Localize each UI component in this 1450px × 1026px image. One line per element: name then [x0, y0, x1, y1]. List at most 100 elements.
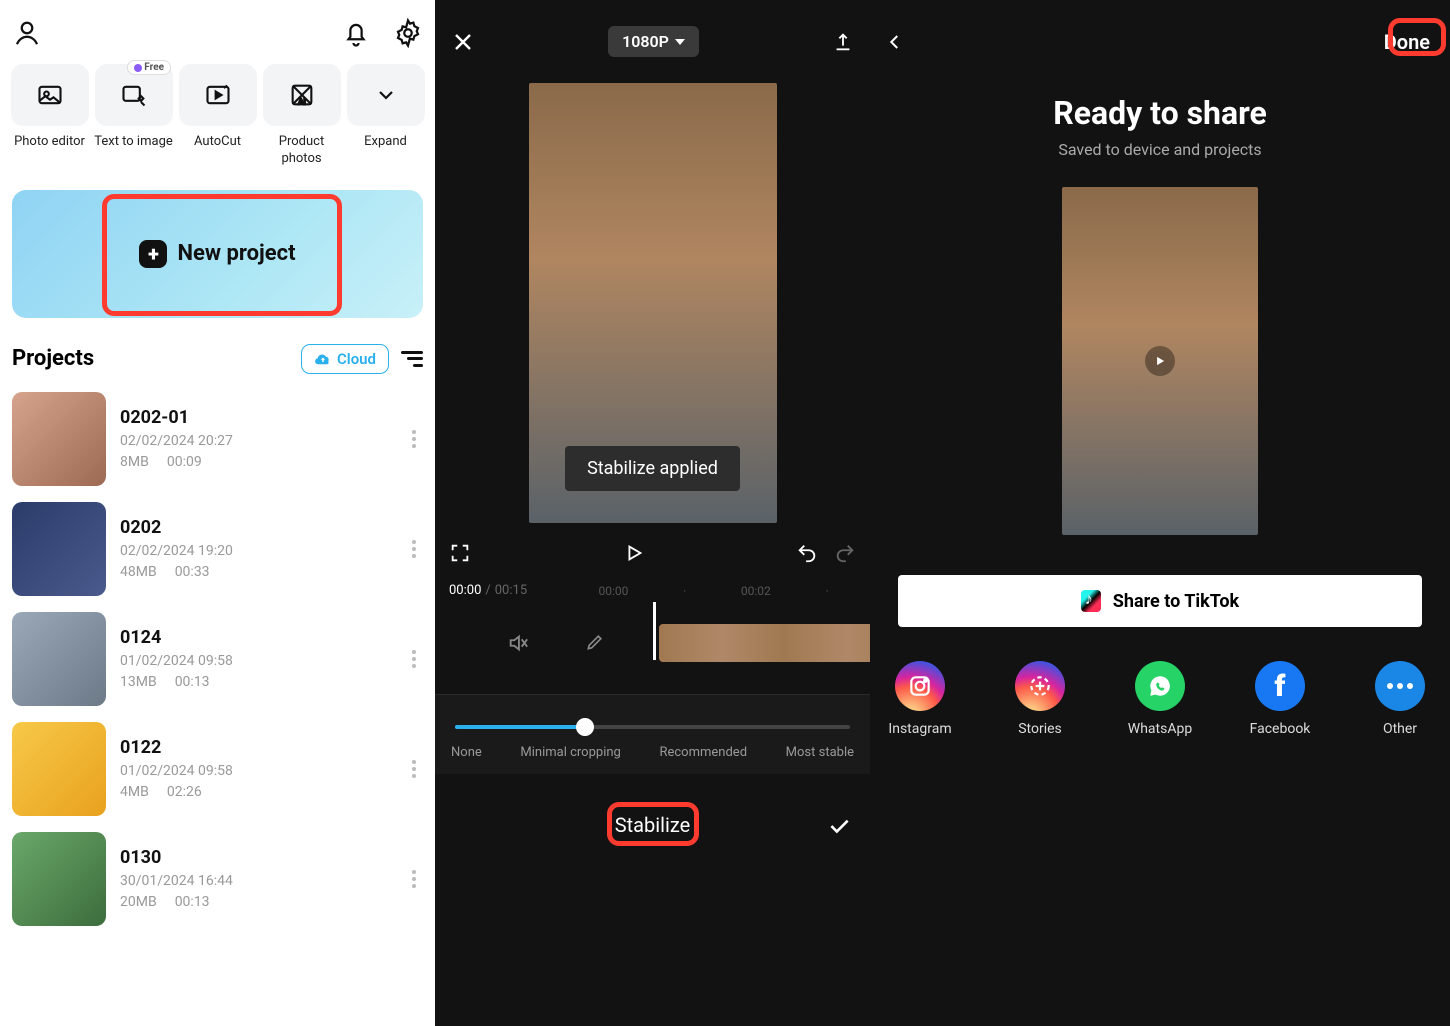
share-tiktok-label: Share to TikTok [1113, 591, 1239, 612]
project-size: 20MB [120, 894, 157, 910]
project-date: 01/02/2024 09:58 [120, 763, 391, 779]
player-controls [435, 523, 870, 583]
time-display: 00:00 / 00:15 00:00 · 00:02 · [435, 583, 870, 598]
slider-label: None [451, 745, 482, 760]
project-item[interactable]: 0124 01/02/2024 09:58 13MB 00:13 [12, 604, 423, 714]
mute-icon[interactable] [507, 632, 529, 654]
edit-icon[interactable] [585, 632, 605, 652]
slider-thumb[interactable] [576, 718, 594, 736]
tool-autocut[interactable]: AutoCut [178, 64, 257, 168]
share-stories[interactable]: Stories [994, 661, 1086, 737]
sort-icon[interactable] [401, 351, 423, 367]
project-more-icon[interactable] [405, 760, 423, 778]
project-date: 02/02/2024 19:20 [120, 543, 391, 559]
project-list: 0202-01 02/02/2024 20:27 8MB 00:09 0202 0… [0, 384, 435, 1026]
share-label: Other [1383, 721, 1417, 737]
project-item[interactable]: 0202 02/02/2024 19:20 48MB00:33 [12, 494, 423, 604]
share-tiktok-button[interactable]: Share to TikTok [898, 575, 1422, 627]
share-title: Ready to share [870, 94, 1450, 132]
play-icon[interactable] [623, 541, 645, 565]
tool-product-photos[interactable]: AI Product photos [262, 64, 341, 168]
cloud-label: Cloud [337, 350, 376, 368]
done-button[interactable]: Done [1380, 28, 1434, 56]
share-label: Facebook [1250, 721, 1311, 737]
clip-strip[interactable] [659, 624, 870, 662]
undo-icon[interactable] [796, 542, 818, 564]
stabilize-footer: Stabilize [435, 774, 870, 854]
home-projects-panel: Photo editor Free Text to image AutoCut … [0, 0, 435, 1026]
home-header [0, 0, 435, 64]
playhead[interactable] [653, 602, 656, 660]
project-duration: 00:13 [175, 674, 210, 690]
share-whatsapp[interactable]: WhatsApp [1114, 661, 1206, 737]
project-thumb [12, 722, 106, 816]
share-panel: Done Ready to share Saved to device and … [870, 0, 1450, 1026]
timeline[interactable] [435, 602, 870, 694]
project-duration: 00:33 [175, 564, 210, 580]
new-project-button[interactable]: + New project [12, 190, 423, 318]
share-subtitle: Saved to device and projects [870, 140, 1450, 159]
projects-title: Projects [12, 346, 94, 371]
editor-panel: 1080P Stabilize applied 00:00 / 00:15 00… [435, 0, 870, 1026]
free-badge: Free [127, 60, 171, 75]
project-duration: 00:09 [167, 454, 202, 470]
project-duration: 02:26 [167, 784, 202, 800]
tool-photo-editor[interactable]: Photo editor [10, 64, 89, 168]
project-size: 8MB [120, 454, 149, 470]
project-item[interactable]: 0202-01 02/02/2024 20:27 8MB 00:09 [12, 384, 423, 494]
play-icon[interactable] [1145, 346, 1175, 376]
tick: 00:02 [741, 584, 771, 598]
instagram-icon [895, 661, 945, 711]
project-duration: 00:13 [175, 894, 210, 910]
notifications-icon[interactable] [341, 18, 371, 48]
plus-icon: + [139, 240, 167, 268]
project-name: 0124 [120, 627, 391, 648]
tool-label: Text to image [94, 134, 173, 151]
profile-icon[interactable] [12, 18, 42, 48]
project-thumb [12, 392, 106, 486]
close-icon[interactable] [451, 30, 475, 54]
project-item[interactable]: 0122 01/02/2024 09:58 4MB02:26 [12, 714, 423, 824]
project-date: 02/02/2024 20:27 [120, 433, 391, 449]
project-thumb [12, 612, 106, 706]
fullscreen-icon[interactable] [449, 542, 471, 564]
export-icon[interactable] [832, 29, 854, 55]
settings-icon[interactable] [393, 18, 423, 48]
share-facebook[interactable]: f Facebook [1234, 661, 1326, 737]
slider-label: Recommended [659, 745, 747, 760]
projects-header: Projects Cloud [0, 318, 435, 384]
stabilize-slider[interactable] [455, 725, 850, 729]
project-thumb [12, 502, 106, 596]
whatsapp-icon [1135, 661, 1185, 711]
redo-icon[interactable] [834, 542, 856, 564]
project-item[interactable]: 0130 30/01/2024 16:44 20MB00:13 [12, 824, 423, 934]
project-size: 4MB [120, 784, 149, 800]
project-more-icon[interactable] [405, 870, 423, 888]
share-instagram[interactable]: Instagram [874, 661, 966, 737]
tool-text-to-image[interactable]: Free Text to image [94, 64, 173, 168]
share-other[interactable]: Other [1354, 661, 1446, 737]
confirm-icon[interactable] [826, 812, 852, 838]
project-more-icon[interactable] [405, 430, 423, 448]
share-label: Stories [1018, 721, 1062, 737]
share-header: Done [870, 0, 1450, 76]
back-icon[interactable] [886, 29, 904, 55]
new-project-label: New project [177, 241, 295, 266]
share-preview[interactable] [1062, 187, 1258, 535]
video-preview[interactable]: Stabilize applied [529, 83, 777, 523]
editor-header: 1080P [435, 0, 870, 83]
project-date: 01/02/2024 09:58 [120, 653, 391, 669]
project-size: 13MB [120, 674, 157, 690]
tools-row: Photo editor Free Text to image AutoCut … [0, 64, 435, 168]
project-more-icon[interactable] [405, 540, 423, 558]
cloud-button[interactable]: Cloud [301, 344, 389, 374]
slider-label: Most stable [786, 745, 854, 760]
time-current: 00:00 [449, 583, 481, 598]
share-targets-row: Instagram Stories WhatsApp f Facebook Ot… [870, 627, 1450, 737]
project-more-icon[interactable] [405, 650, 423, 668]
resolution-dropdown[interactable]: 1080P [608, 26, 699, 57]
tool-expand[interactable]: Expand [346, 64, 425, 168]
project-name: 0202-01 [120, 407, 391, 428]
resolution-label: 1080P [622, 32, 669, 51]
share-label: WhatsApp [1128, 721, 1192, 737]
